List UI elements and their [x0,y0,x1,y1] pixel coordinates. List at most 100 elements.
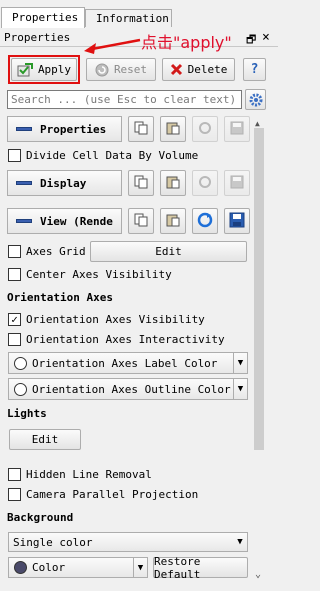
background-mode-value: Single color [13,535,93,549]
divide-cell-label: Divide Cell Data By Volume [26,149,199,162]
tab-properties[interactable]: Properties [1,7,85,28]
gear-icon [249,93,263,107]
restore-default-label: Restore Default [154,554,201,581]
orientation-axes-heading: Orientation Axes [7,291,113,304]
reset-button[interactable]: Reset [86,58,156,81]
dropdown-arrow-icon: ▼ [237,537,243,547]
delete-label: Delete [187,63,228,76]
copy-icon [134,121,148,138]
close-icon[interactable]: × [262,30,270,45]
copy-icon [134,213,148,230]
apply-label: Apply [37,63,72,76]
view-section-label: View (Rende [40,214,113,228]
annotation-arrow-icon [84,38,141,54]
background-mode-select[interactable]: Single color ▼ [8,532,248,552]
restore-default-button[interactable]: Restore Default [153,554,248,581]
edit-label: Edit [155,245,182,258]
orient-inter-checkbox[interactable] [8,333,21,346]
center-axes-row[interactable]: Center Axes Visibility [8,268,172,281]
camera-parallel-label: Camera Parallel Projection [26,488,199,501]
display-section-toggle[interactable]: Display [7,170,122,196]
paste-icon [166,175,180,192]
panel-title: Properties [4,31,71,44]
advanced-settings-button[interactable] [245,89,266,110]
collapse-icon [16,181,32,185]
tab-information[interactable]: Information [85,9,172,27]
divide-cell-checkbox[interactable] [8,149,21,162]
label-color-combo[interactable]: Orientation Axes Label Color ▼ [8,352,248,374]
reload-display-button[interactable] [192,170,218,196]
color-swatch-icon [14,382,27,396]
scrollbar-thumb[interactable] [254,128,264,450]
color-select-value: Color [32,561,66,574]
collapse-icon [16,127,32,131]
copy-properties-button[interactable] [128,116,154,142]
reload-view-button[interactable] [192,208,218,234]
save-icon [230,121,244,138]
axes-grid-label: Axes Grid [26,245,86,258]
background-heading: Background [7,511,74,524]
dropdown-arrow-icon: ▼ [133,558,147,577]
lights-heading: Lights [7,407,47,420]
help-icon: ? [250,62,259,77]
lights-edit-button[interactable]: Edit [9,429,81,450]
dropdown-arrow-icon: ▼ [233,353,247,373]
delete-button[interactable]: Delete [162,58,235,81]
dropdown-arrow-icon: ▼ [233,379,247,399]
copy-view-button[interactable] [128,208,154,234]
label-color-label: Orientation Axes Label Color [32,356,218,370]
color-select[interactable]: Color ▼ [8,557,148,578]
reload-properties-button[interactable] [192,116,218,142]
orient-vis-label: Orientation Axes Visibility [26,313,205,326]
view-section-toggle[interactable]: View (Rende [7,208,122,234]
save-properties-button[interactable] [224,116,250,142]
outline-color-label: Orientation Axes Outline Color [32,382,231,396]
display-section-label: Display [40,176,87,190]
divide-cell-row[interactable]: Divide Cell Data By Volume [8,149,198,162]
paste-view-button[interactable] [160,208,186,234]
reload-icon [198,121,212,138]
scroll-up-icon[interactable]: ▲ [255,119,260,128]
color-swatch-icon [14,561,27,574]
orient-vis-row[interactable]: ✓ Orientation Axes Visibility [8,313,205,326]
reload-icon [198,175,212,192]
axes-grid-edit-button[interactable]: Edit [90,241,247,262]
reset-icon [95,63,109,77]
center-axes-label: Center Axes Visibility [26,268,172,281]
hidden-line-checkbox[interactable] [8,468,21,481]
outline-color-combo[interactable]: Orientation Axes Outline Color ▼ [8,378,248,400]
copy-icon [134,175,148,192]
checkmark-icon: ✓ [11,313,18,326]
axes-grid-checkbox[interactable] [8,245,21,258]
orient-inter-row[interactable]: Orientation Axes Interactivity [8,333,225,346]
properties-section-label: Properties [40,122,107,136]
color-swatch-icon [14,356,27,370]
hidden-line-label: Hidden Line Removal [26,468,152,481]
save-icon [229,212,245,231]
orient-vis-checkbox[interactable]: ✓ [8,313,21,326]
paste-properties-button[interactable] [160,116,186,142]
save-icon [230,175,244,192]
apply-icon [17,62,33,77]
scroll-down-icon[interactable]: ⌄ [255,569,261,580]
paste-display-button[interactable] [160,170,186,196]
save-view-button[interactable] [224,208,250,234]
camera-parallel-row[interactable]: Camera Parallel Projection [8,488,198,501]
float-icon[interactable]: 🗗 [246,31,256,50]
paste-icon [166,213,180,230]
properties-section-toggle[interactable]: Properties [7,116,122,142]
collapse-icon [16,219,32,223]
delete-icon [170,63,183,76]
camera-parallel-checkbox[interactable] [8,488,21,501]
axes-grid-row[interactable]: Axes Grid [8,245,86,258]
paste-icon [166,121,180,138]
annotation-text: 点击"apply" [141,33,232,52]
help-button[interactable]: ? [243,58,266,81]
apply-button[interactable]: Apply [11,58,77,81]
hidden-line-row[interactable]: Hidden Line Removal [8,468,152,481]
search-input[interactable]: Search ... (use Esc to clear text) [7,90,242,109]
save-display-button[interactable] [224,170,250,196]
copy-display-button[interactable] [128,170,154,196]
center-axes-checkbox[interactable] [8,268,21,281]
reset-label: Reset [113,63,148,76]
